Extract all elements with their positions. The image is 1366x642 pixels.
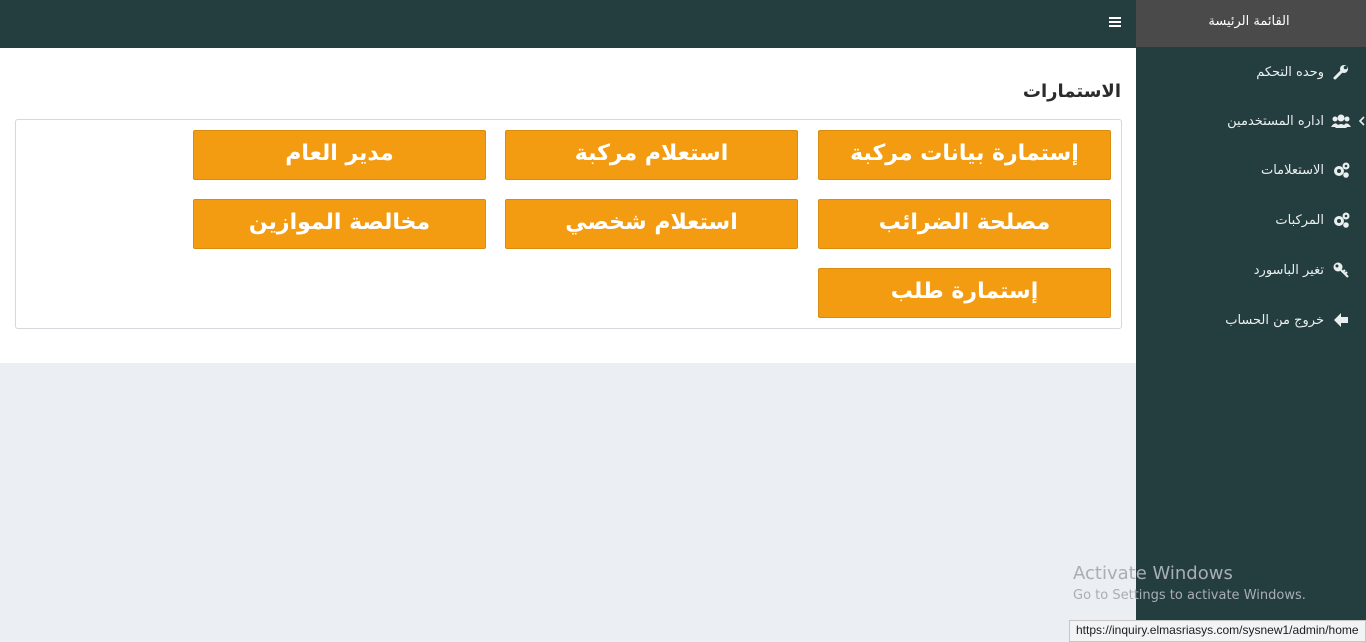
cogs-icon [1330, 160, 1352, 180]
sidebar-item-vehicles[interactable]: المركبات [1275, 210, 1352, 230]
sidebar-item-logout[interactable]: خروج من الحساب [1225, 310, 1352, 330]
chevron-left-icon [1358, 111, 1366, 135]
users-icon [1330, 111, 1352, 131]
key-icon [1330, 260, 1352, 280]
sidebar: القائمة الرئيسة وحده التحكم اداره المستخ… [1136, 0, 1366, 640]
sidebar-item-inquiries[interactable]: الاستعلامات [1261, 160, 1352, 180]
sidebar-item-label: الاستعلامات [1260, 162, 1324, 178]
sidebar-item-label: تغير الباسورد [1253, 262, 1324, 278]
wrench-icon [1330, 62, 1352, 82]
watermark-subtitle: Go to Settings to activate Windows. [1073, 588, 1306, 603]
sidebar-item-users[interactable]: اداره المستخدمين [1227, 111, 1365, 131]
tax-authority-button[interactable]: مصلحة الضرائب [818, 199, 1111, 249]
page-title: الاستمارات [1022, 81, 1121, 102]
activate-windows-watermark: Activate Windows Go to Settings to activ… [1073, 563, 1306, 603]
sidebar-header-label: القائمة الرئيسة [1208, 14, 1290, 29]
sidebar-item-label: خروج من الحساب [1225, 312, 1324, 328]
hamburger-menu-icon[interactable] [1109, 17, 1121, 29]
link-status-url: https://inquiry.elmasriasys.com/sysnew1/… [1069, 620, 1366, 642]
vehicle-data-form-button[interactable]: إستمارة بيانات مركبة [818, 130, 1111, 180]
top-navbar [0, 0, 1136, 48]
sidebar-item-dashboard[interactable]: وحده التحكم [1256, 62, 1352, 82]
scales-clearance-button[interactable]: مخالصة الموازين [193, 199, 486, 249]
sidebar-header[interactable]: القائمة الرئيسة [1136, 0, 1366, 47]
general-manager-button[interactable]: مدير العام [193, 130, 486, 180]
vehicle-inquiry-button[interactable]: استعلام مركبة [505, 130, 798, 180]
sidebar-item-label: وحده التحكم [1256, 64, 1324, 80]
request-form-button[interactable]: إستمارة طلب [818, 268, 1111, 318]
sidebar-item-label: اداره المستخدمين [1227, 113, 1324, 129]
arrow-left-icon [1330, 310, 1352, 330]
sidebar-item-label: المركبات [1275, 212, 1324, 228]
cogs-icon [1330, 210, 1352, 230]
personal-inquiry-button[interactable]: استعلام شخصي [505, 199, 798, 249]
sidebar-item-change-password[interactable]: تغير الباسورد [1254, 260, 1352, 280]
watermark-title: Activate Windows [1073, 563, 1233, 584]
